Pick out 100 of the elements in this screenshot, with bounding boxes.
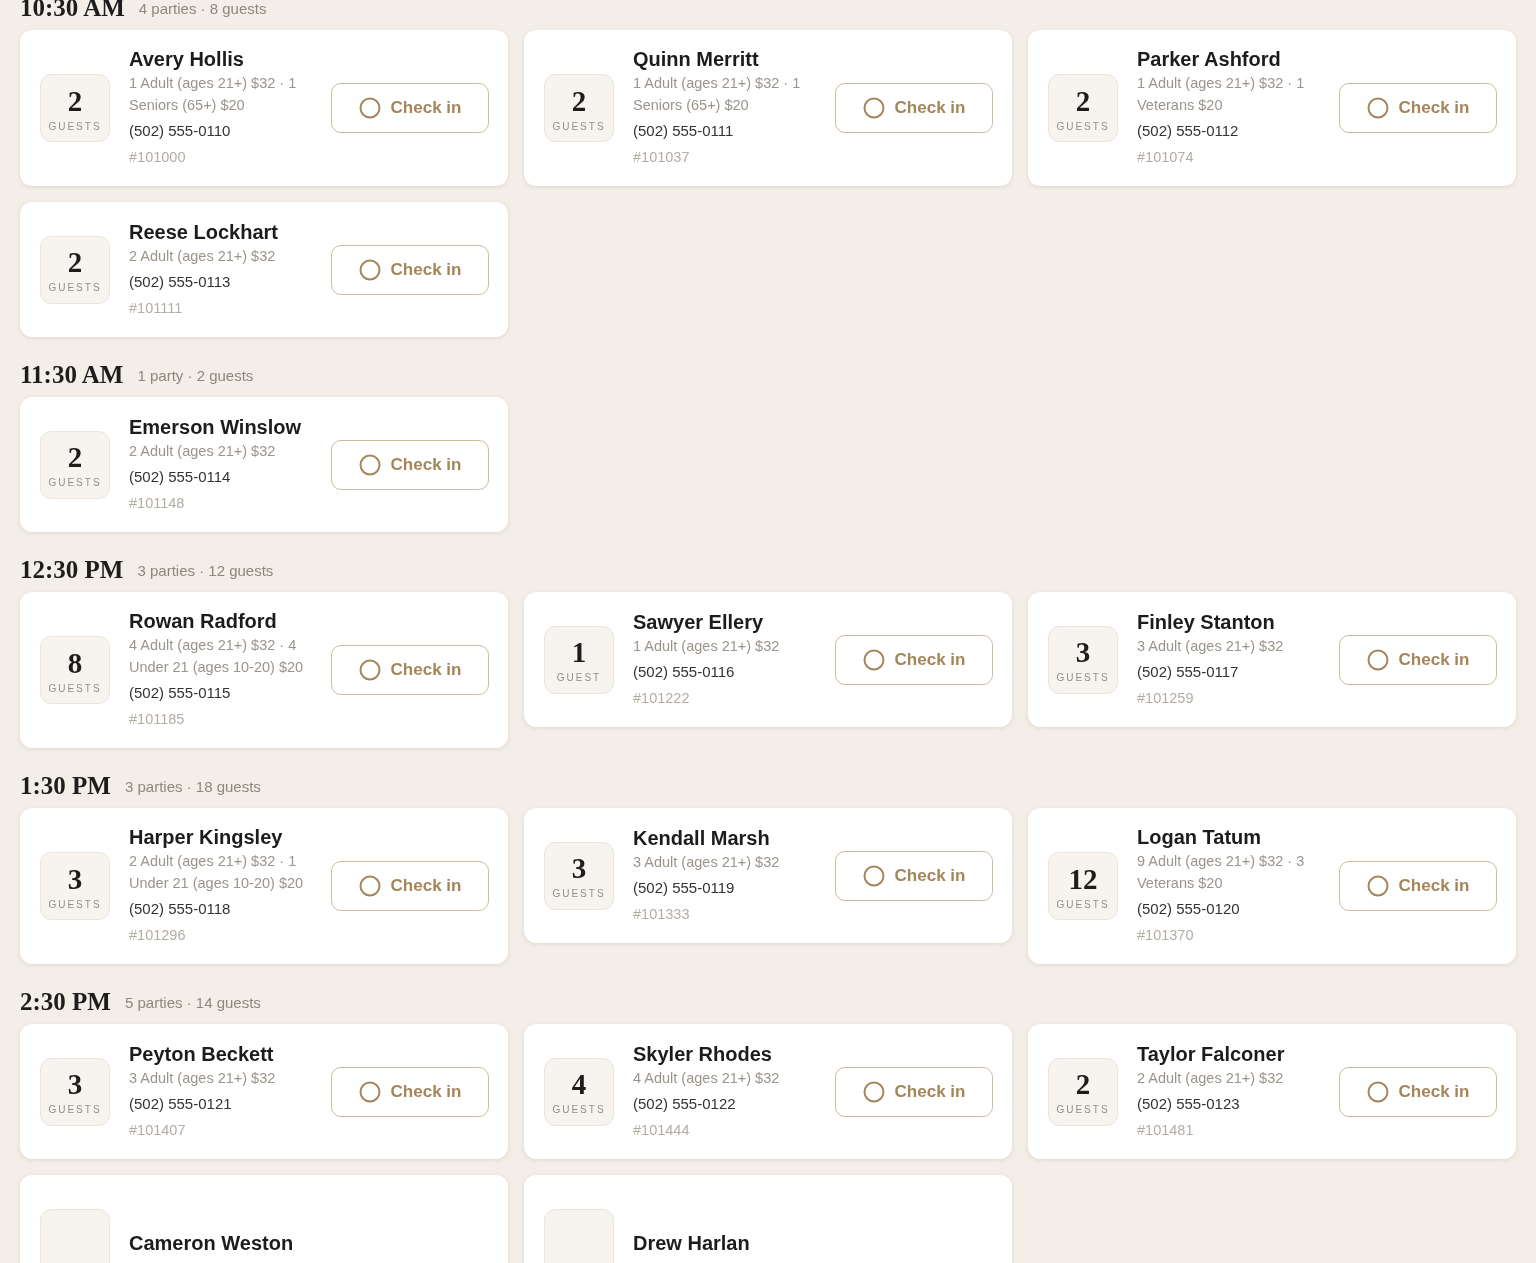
check-in-button[interactable]: Check in: [331, 861, 489, 911]
phone-number: (502) 555-0115: [129, 683, 232, 703]
guest-count-badge: 2 GUESTS: [40, 74, 110, 142]
guest-name: Logan Tatum: [1137, 825, 1263, 850]
circle-icon: [862, 648, 885, 671]
booking-number: #101074: [1137, 148, 1195, 167]
check-in-button[interactable]: Check in: [331, 645, 489, 695]
phone-number: (502) 555-0117: [1137, 661, 1240, 682]
time-heading: 12:30 PM: [20, 556, 124, 584]
guest-count-badge: 2 GUESTS: [1048, 1057, 1118, 1126]
phone-number: (502) 555-0123: [1137, 1093, 1241, 1114]
booking-number: #101481: [1137, 1120, 1195, 1140]
circle-icon: [862, 864, 885, 887]
time-heading: 2:30 PM: [20, 988, 111, 1016]
guest-name: Drew Harlan: [633, 1230, 751, 1256]
party-summary: 5 parties · 14 guests: [124, 993, 261, 1011]
phone-number: (502) 555-0119: [633, 877, 736, 898]
booking-number: #101296: [129, 926, 187, 945]
phone-number: (502) 555-0121: [129, 1093, 233, 1114]
ticket-details: 1 Adult (ages 21+) $32 · 1 Seniors (65+) $20: [633, 74, 802, 115]
booking-number: #101111: [129, 298, 184, 318]
check-in-button[interactable]: Check in: [835, 1066, 993, 1117]
check-in-button[interactable]: Check in: [1339, 861, 1497, 911]
ticket-details: 3 Adult (ages 21+) $32: [633, 852, 781, 872]
guest-name: Taylor Falconer: [1137, 1041, 1286, 1067]
guest-name: Parker Ashford: [1137, 47, 1282, 72]
guest-name: Skyler Rhodes: [633, 1041, 773, 1067]
circle-icon: [358, 97, 381, 119]
circle-icon: [358, 453, 381, 476]
circle-icon: [862, 1080, 885, 1103]
guest-count-badge: 8 GUESTS: [40, 636, 110, 704]
booking-number: #101037: [633, 148, 691, 167]
guest-count-badge: 2 GUESTS: [544, 74, 614, 142]
circle-icon: [1366, 875, 1389, 897]
circle-icon: [358, 258, 381, 281]
circle-icon: [358, 659, 381, 681]
guest-count-badge: 3 GUESTS: [1048, 625, 1118, 694]
booking-number: #101333: [633, 904, 691, 924]
guest-count-badge: 2 GUESTS: [40, 430, 110, 499]
booking-number: #101148: [129, 493, 186, 513]
guest-name: Finley Stanton: [1137, 609, 1276, 635]
booking-number: #101222: [633, 688, 691, 708]
booking-number: #101000: [129, 148, 187, 167]
phone-number: (502) 555-0116: [633, 661, 736, 682]
guest-count-badge: 1 GUEST: [544, 625, 614, 694]
ticket-details: 4 Adult (ages 21+) $32 · 4 Under 21 (ages 10-20) $20: [129, 636, 305, 677]
ticket-details: 1 Adult (ages 21+) $32 · 1 Veterans $20: [1137, 74, 1306, 115]
check-in-button[interactable]: Check in: [1339, 1066, 1497, 1117]
booking-number: #101370: [1137, 926, 1195, 945]
ticket-details: 2 Adult (ages 21+) $32: [129, 246, 277, 266]
phone-number: (502) 555-0110: [129, 121, 232, 141]
party-summary: 1 party · 2 guests: [137, 366, 254, 384]
phone-number: (502) 555-0112: [1137, 121, 1240, 141]
phone-number: (502) 555-0122: [633, 1093, 737, 1114]
guest-count-badge: [544, 1208, 614, 1263]
ticket-details: 3 Adult (ages 21+) $32: [129, 1068, 277, 1088]
ticket-details: 2 Adult (ages 21+) $32: [129, 441, 277, 461]
guest-name: Reese Lockhart: [129, 219, 279, 245]
booking-number: #101259: [1137, 688, 1195, 708]
time-heading: 1:30 PM: [20, 772, 111, 800]
check-in-button[interactable]: Check in: [1339, 83, 1497, 133]
check-in-button[interactable]: Check in: [331, 1066, 489, 1117]
check-in-button[interactable]: Check in: [835, 634, 993, 685]
guest-name: Sawyer Ellery: [633, 609, 765, 635]
phone-number: (502) 555-0111: [633, 121, 735, 141]
guest-name: Cameron Weston: [129, 1230, 295, 1256]
circle-icon: [1366, 1080, 1389, 1103]
phone-number: (502) 555-0120: [1137, 899, 1241, 919]
guest-name: Kendall Marsh: [633, 825, 771, 851]
guest-count-badge: 4 GUESTS: [544, 1057, 614, 1126]
circle-icon: [1366, 97, 1389, 119]
guest-name: Quinn Merritt: [633, 47, 760, 72]
ticket-details: 1 Adult (ages 21+) $32 · 1 Seniors (65+) $20: [129, 74, 298, 115]
ticket-details: 2 Adult (ages 21+) $32: [1137, 1068, 1285, 1088]
party-summary: 3 parties · 12 guests: [137, 561, 274, 579]
check-in-button[interactable]: Check in: [331, 439, 489, 490]
check-in-button[interactable]: Check in: [835, 83, 993, 133]
circle-icon: [358, 875, 381, 897]
party-summary: 3 parties · 18 guests: [124, 777, 261, 795]
guest-name: Harper Kingsley: [129, 825, 284, 850]
booking-number: #101407: [129, 1120, 187, 1140]
guest-name: Rowan Radford: [129, 609, 278, 634]
booking-number: #101444: [633, 1120, 691, 1140]
check-in-button[interactable]: Check in: [1339, 634, 1497, 685]
check-in-button[interactable]: Check in: [331, 83, 489, 133]
guest-count-badge: 2 GUESTS: [1048, 74, 1118, 142]
time-heading: 10:30 AM: [20, 0, 125, 22]
guest-count-badge: 3 GUESTS: [544, 841, 614, 910]
party-summary: 4 parties · 8 guests: [138, 0, 267, 17]
check-in-button[interactable]: Check in: [835, 850, 993, 901]
ticket-details: 1 Adult (ages 21+) $32: [633, 636, 781, 656]
ticket-details: 2 Adult (ages 21+) $32 · 1 Under 21 (ages 10-20) $20: [129, 852, 305, 893]
ticket-details: 4 Adult (ages 21+) $32: [633, 1068, 781, 1088]
guest-name: Peyton Beckett: [129, 1041, 275, 1067]
circle-icon: [358, 1080, 381, 1103]
circle-icon: [1366, 648, 1389, 671]
circle-icon: [862, 97, 885, 119]
check-in-button[interactable]: Check in: [331, 244, 489, 295]
guest-count-badge: 3 GUESTS: [40, 852, 110, 920]
guest-count-badge: 2 GUESTS: [40, 235, 110, 304]
